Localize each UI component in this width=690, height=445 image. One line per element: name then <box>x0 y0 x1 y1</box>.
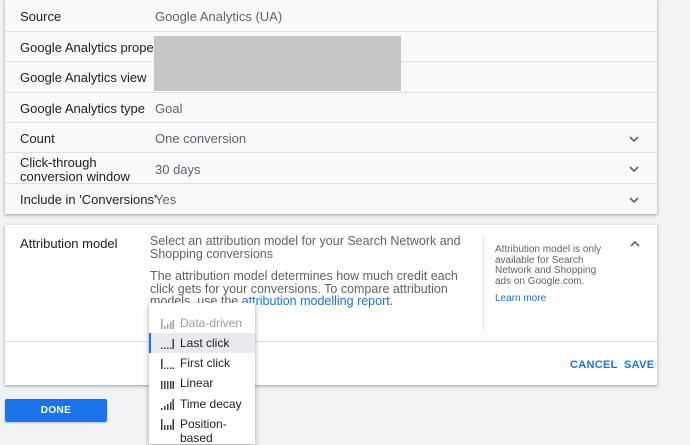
divider <box>483 235 484 331</box>
attribution-model-label: Attribution model <box>20 236 118 251</box>
include-in-conversions-row[interactable]: Include in 'Conversions' Yes <box>5 184 657 214</box>
option-label: Data-driven <box>180 316 243 330</box>
option-label: Linear <box>180 376 214 390</box>
option-label: Last click <box>180 336 230 350</box>
option-time-decay[interactable]: Time decay <box>149 394 255 414</box>
row-label: Count <box>20 131 55 146</box>
row-value: Google Analytics (UA) <box>155 9 283 24</box>
source-row: Source Google Analytics (UA) <box>5 0 657 32</box>
chevron-down-icon[interactable] <box>627 193 641 207</box>
option-last-click[interactable]: Last click <box>149 333 255 353</box>
first-click-icon <box>161 359 174 369</box>
save-button[interactable]: SAVE <box>624 359 654 371</box>
option-position-based[interactable]: Position-based <box>149 414 255 445</box>
attribution-model-dropdown: Data-driven Last click First click Linea… <box>149 303 255 445</box>
row-label: Google Analytics property <box>20 40 169 55</box>
description-line: Select an attribution model for your Sea… <box>150 234 461 261</box>
time-decay-icon <box>161 399 174 410</box>
row-value: Goal <box>155 101 183 116</box>
row-value: 30 days <box>155 162 201 177</box>
option-label: Time decay <box>180 397 242 411</box>
option-label: Position-based <box>180 417 227 445</box>
linear-icon <box>161 381 174 389</box>
row-label: Source <box>20 9 62 24</box>
done-button[interactable]: DONE <box>5 399 107 422</box>
row-label: Include in 'Conversions' <box>20 192 157 207</box>
last-click-icon <box>161 339 174 349</box>
chevron-down-icon[interactable] <box>627 132 641 146</box>
row-value: Yes <box>155 192 177 207</box>
data-driven-icon <box>161 319 174 329</box>
option-first-click[interactable]: First click <box>149 353 255 373</box>
cancel-button[interactable]: CANCEL <box>570 359 618 371</box>
option-label: First click <box>180 356 230 370</box>
click-through-window-row[interactable]: Click-through conversion window 30 days <box>5 153 657 184</box>
conversion-settings-card: Source Google Analytics (UA) Google Anal… <box>5 0 657 214</box>
option-linear[interactable]: Linear <box>149 373 255 393</box>
ga-type-row: Google Analytics type Goal <box>5 93 657 123</box>
side-note: Attribution model is only available for … <box>495 244 602 287</box>
option-data-driven[interactable]: Data-driven <box>149 313 255 333</box>
redacted-block <box>154 36 401 91</box>
attribution-report-link[interactable]: attribution modelling report <box>242 294 390 308</box>
chevron-down-icon[interactable] <box>627 162 641 176</box>
row-label: Google Analytics view <box>20 70 147 85</box>
attribution-model-card: Attribution model Select an attribution … <box>5 225 657 385</box>
description-paragraph: The attribution model determines how muc… <box>150 270 480 308</box>
learn-more-link[interactable]: Learn more <box>495 293 546 304</box>
row-label: Click-through conversion window <box>20 155 130 184</box>
description-text: . <box>389 294 394 308</box>
divider <box>5 341 657 342</box>
chevron-up-icon[interactable] <box>628 237 642 251</box>
row-value: One conversion <box>155 131 247 146</box>
position-based-icon <box>161 419 174 430</box>
row-label: Google Analytics type <box>20 101 146 116</box>
count-row[interactable]: Count One conversion <box>5 123 657 153</box>
selection-indicator <box>149 333 151 353</box>
